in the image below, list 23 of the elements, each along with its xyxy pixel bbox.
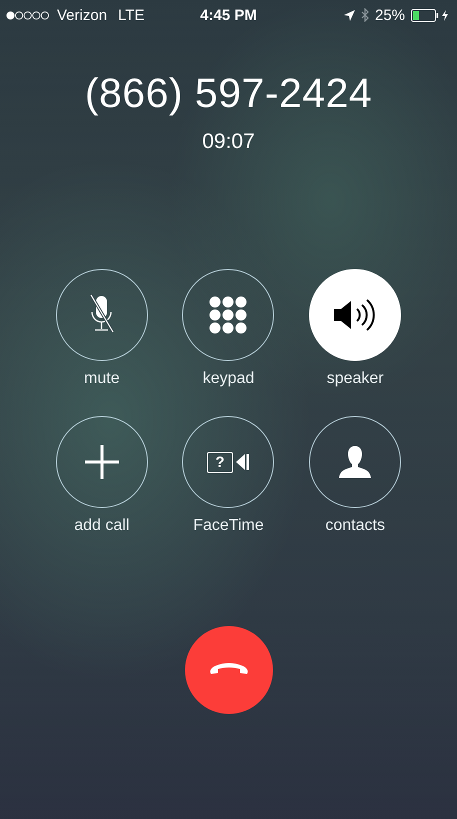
button-label: contacts [325,516,385,536]
clock-time: 4:45 PM [200,6,257,24]
button-label: add call [74,516,130,536]
battery-percent: 25% [374,6,406,24]
mute-button[interactable] [56,269,148,361]
plus-icon [84,445,119,479]
signal-icon [6,10,50,20]
person-icon [339,445,372,479]
call-duration: 09:07 [202,130,255,154]
button-label: speaker [326,369,384,389]
contacts-button[interactable] [309,416,402,508]
button-label: FaceTime [193,516,264,536]
carrier-name: Verizon [57,6,108,24]
keypad-button[interactable] [182,269,274,361]
network-type: LTE [118,6,144,24]
phone-number: (866) 597-2424 [84,69,372,117]
button-label: keypad [202,369,254,389]
bluetooth-icon [360,8,369,22]
add-call-button[interactable] [56,416,148,508]
keypad-icon [209,296,248,334]
facetime-button[interactable]: ? [182,416,274,508]
button-label: mute [84,369,120,389]
location-icon [344,10,355,20]
